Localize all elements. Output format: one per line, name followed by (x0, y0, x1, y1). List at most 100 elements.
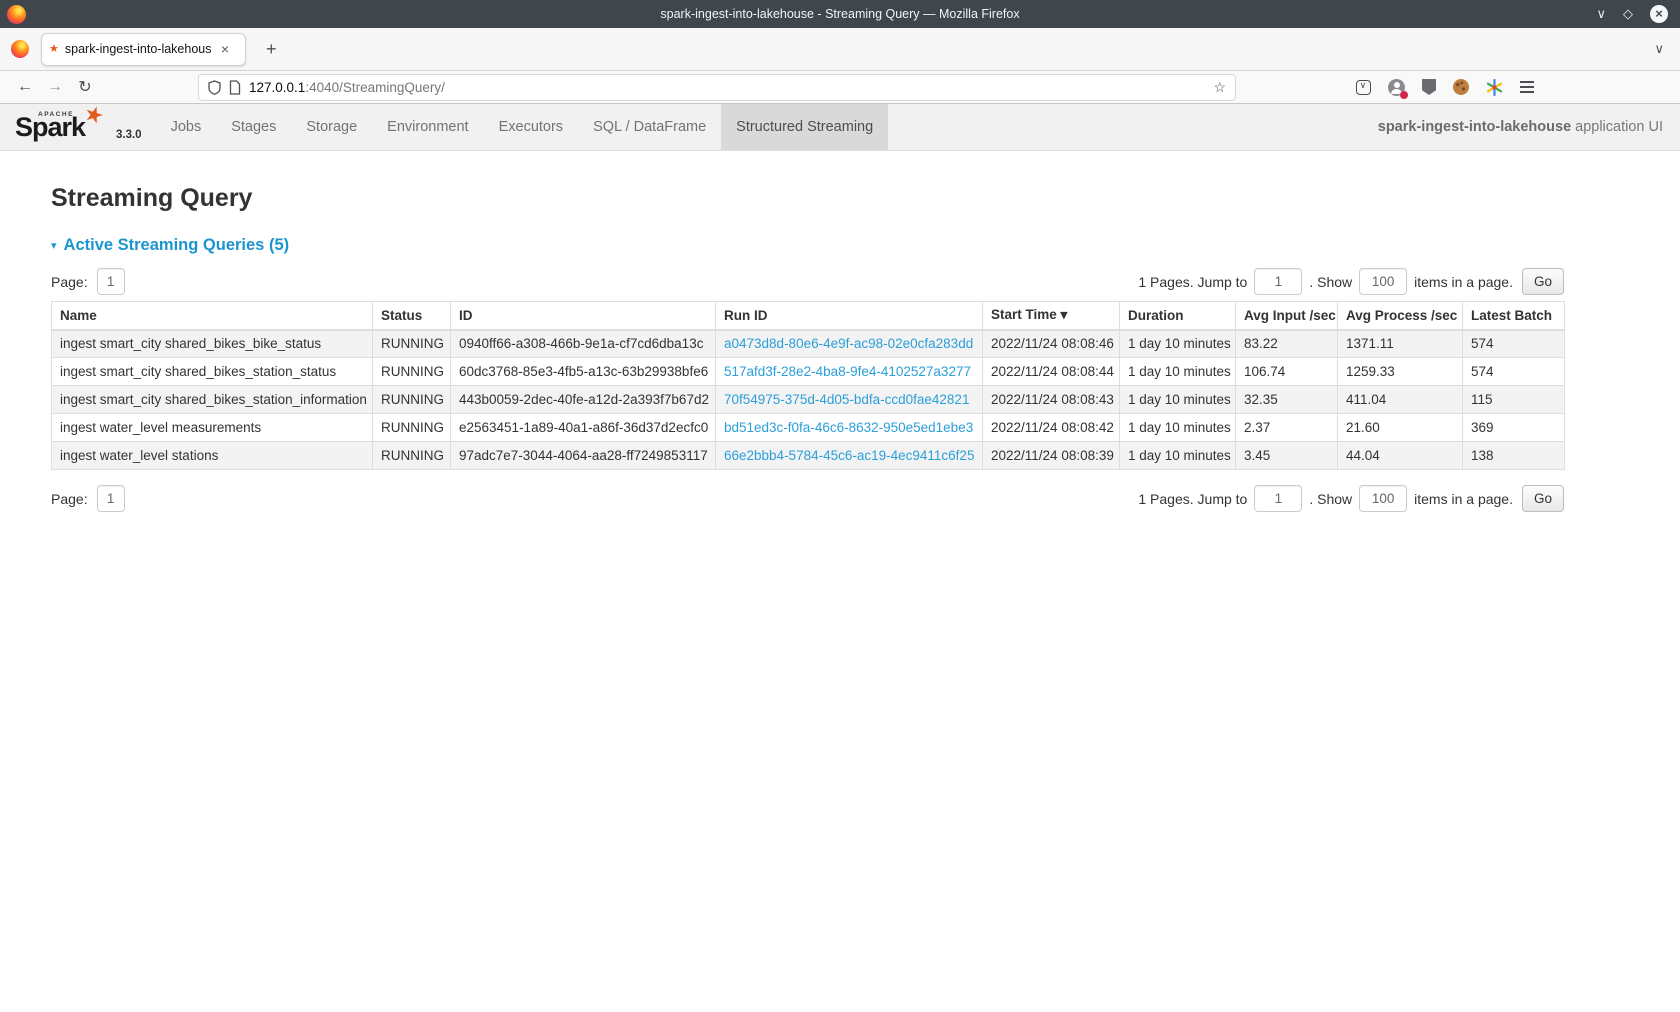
url-bar[interactable]: 127.0.0.1:4040/StreamingQuery/ ☆ (198, 74, 1236, 101)
minimize-icon[interactable]: ∨ (1596, 6, 1606, 22)
column-header-latest-batch[interactable]: Latest Batch (1463, 302, 1565, 330)
cell-start-time: 2022/11/24 08:08:42 (983, 414, 1120, 442)
url-path: :4040/StreamingQuery/ (305, 80, 445, 95)
nav-item-structured-streaming[interactable]: Structured Streaming (721, 104, 888, 150)
table-header-row: NameStatusIDRun IDStart Time ▾DurationAv… (52, 302, 1565, 330)
cell-avg-process: 1259.33 (1338, 358, 1463, 386)
pagination-controls: 1 Pages. Jump to . Show items in a page.… (1138, 485, 1564, 512)
bookmark-star-icon[interactable]: ☆ (1213, 79, 1226, 96)
go-button[interactable]: Go (1522, 485, 1564, 512)
cell-start-time: 2022/11/24 08:08:43 (983, 386, 1120, 414)
cell-run-id: 70f54975-375d-4d05-bdfa-ccd0fae42821 (716, 386, 983, 414)
show-text: . Show (1309, 274, 1352, 290)
page-number-input[interactable] (97, 268, 125, 295)
cell-duration: 1 day 10 minutes (1120, 358, 1236, 386)
page-info-icon[interactable] (229, 80, 241, 95)
asterisk-extension-icon[interactable] (1486, 79, 1503, 96)
spark-version: 3.3.0 (114, 129, 142, 150)
nav-item-sql-dataframe[interactable]: SQL / DataFrame (578, 104, 721, 150)
cell-latest-batch: 369 (1463, 414, 1565, 442)
column-header-avg-input-sec[interactable]: Avg Input /sec (1236, 302, 1338, 330)
show-count-input[interactable] (1359, 485, 1407, 512)
cell-id: e2563451-1a89-40a1-a86f-36d37d2ecfc0 (451, 414, 716, 442)
jump-to-input[interactable] (1254, 485, 1302, 512)
nav-item-jobs[interactable]: Jobs (156, 104, 217, 150)
jump-to-input[interactable] (1254, 268, 1302, 295)
application-suffix: application UI (1575, 119, 1663, 135)
maximize-icon[interactable]: ◇ (1623, 6, 1633, 22)
column-header-start-time[interactable]: Start Time ▾ (983, 302, 1120, 330)
collapse-arrow-icon: ▾ (51, 239, 57, 252)
cell-status: RUNNING (373, 358, 451, 386)
cell-avg-input: 32.35 (1236, 386, 1338, 414)
ublock-shield-icon[interactable] (1422, 79, 1436, 95)
streaming-queries-table: NameStatusIDRun IDStart Time ▾DurationAv… (51, 301, 1565, 470)
go-button[interactable]: Go (1522, 268, 1564, 295)
cell-status: RUNNING (373, 442, 451, 470)
cell-id: 0940ff66-a308-466b-9e1a-cf7cd6dba13c (451, 330, 716, 358)
run-id-link[interactable]: a0473d8d-80e6-4e9f-ac98-02e0cfa283dd (724, 336, 973, 351)
cell-avg-input: 2.37 (1236, 414, 1338, 442)
run-id-link[interactable]: 70f54975-375d-4d05-bdfa-ccd0fae42821 (724, 392, 969, 407)
table-row: ingest water_level measurementsRUNNINGe2… (52, 414, 1565, 442)
column-header-avg-process-sec[interactable]: Avg Process /sec (1338, 302, 1463, 330)
spark-nav-items: JobsStagesStorageEnvironmentExecutorsSQL… (156, 104, 889, 150)
spark-logo-star-icon: ★ (80, 100, 107, 131)
spark-logo-text: Spark (15, 112, 85, 143)
cell-start-time: 2022/11/24 08:08:44 (983, 358, 1120, 386)
pocket-icon[interactable] (1356, 80, 1371, 95)
reload-icon[interactable]: ↻ (70, 77, 100, 97)
new-tab-button[interactable]: + (260, 39, 283, 60)
cookie-extension-icon[interactable] (1453, 79, 1469, 95)
browser-tab[interactable]: ★ spark-ingest-into-lakehous × (41, 33, 246, 66)
nav-item-storage[interactable]: Storage (291, 104, 372, 150)
page-number-input[interactable] (97, 485, 125, 512)
account-icon[interactable] (1388, 79, 1405, 96)
url-text[interactable]: 127.0.0.1:4040/StreamingQuery/ (249, 80, 445, 95)
close-icon[interactable]: × (1650, 5, 1668, 23)
cell-name: ingest water_level measurements (52, 414, 373, 442)
tab-list-chevron-icon[interactable]: ∨ (1654, 41, 1664, 57)
show-count-input[interactable] (1359, 268, 1407, 295)
tab-close-icon[interactable]: × (221, 41, 229, 57)
shield-permissions-icon[interactable] (208, 80, 221, 95)
forward-icon[interactable]: → (40, 78, 70, 96)
active-queries-section-toggle[interactable]: ▾ Active Streaming Queries (5) (51, 236, 1629, 255)
back-icon[interactable]: ← (10, 78, 40, 96)
page-label: Page: (51, 491, 88, 507)
menu-icon[interactable] (1520, 81, 1534, 93)
tab-bar: ★ spark-ingest-into-lakehous × + ∨ (0, 28, 1680, 71)
cell-avg-input: 106.74 (1236, 358, 1338, 386)
run-id-link[interactable]: 517afd3f-28e2-4ba8-9fe4-4102527a3277 (724, 364, 971, 379)
pagination-bottom: Page: 1 Pages. Jump to . Show items in a… (51, 485, 1564, 512)
nav-item-executors[interactable]: Executors (484, 104, 578, 150)
cell-avg-process: 411.04 (1338, 386, 1463, 414)
cell-name: ingest smart_city shared_bikes_station_s… (52, 358, 373, 386)
column-header-id[interactable]: ID (451, 302, 716, 330)
window-titlebar: spark-ingest-into-lakehouse - Streaming … (0, 0, 1680, 28)
cell-run-id: a0473d8d-80e6-4e9f-ac98-02e0cfa283dd (716, 330, 983, 358)
toolbar-extensions (1356, 79, 1534, 96)
cell-avg-process: 44.04 (1338, 442, 1463, 470)
nav-item-environment[interactable]: Environment (372, 104, 483, 150)
application-ui-label: spark-ingest-into-lakehouse application … (1378, 104, 1680, 150)
page-title: Streaming Query (51, 184, 1629, 213)
cell-latest-batch: 574 (1463, 358, 1565, 386)
table-row: ingest smart_city shared_bikes_station_i… (52, 386, 1565, 414)
nav-item-stages[interactable]: Stages (216, 104, 291, 150)
column-header-status[interactable]: Status (373, 302, 451, 330)
table-row: ingest smart_city shared_bikes_bike_stat… (52, 330, 1565, 358)
column-header-run-id[interactable]: Run ID (716, 302, 983, 330)
column-header-name[interactable]: Name (52, 302, 373, 330)
column-header-duration[interactable]: Duration (1120, 302, 1236, 330)
spark-logo[interactable]: APACHE Spark ★ (14, 104, 114, 150)
pagination-top: Page: 1 Pages. Jump to . Show items in a… (51, 268, 1564, 295)
table-row: ingest smart_city shared_bikes_station_s… (52, 358, 1565, 386)
table-row: ingest water_level stationsRUNNING97adc7… (52, 442, 1565, 470)
run-id-link[interactable]: bd51ed3c-f0fa-46c6-8632-950e5ed1ebe3 (724, 420, 973, 435)
firefox-icon[interactable] (11, 40, 29, 58)
cell-duration: 1 day 10 minutes (1120, 386, 1236, 414)
pagination-controls: 1 Pages. Jump to . Show items in a page.… (1138, 268, 1564, 295)
show-text: . Show (1309, 491, 1352, 507)
run-id-link[interactable]: 66e2bbb4-5784-45c6-ac19-4ec9411c6f25 (724, 448, 974, 463)
